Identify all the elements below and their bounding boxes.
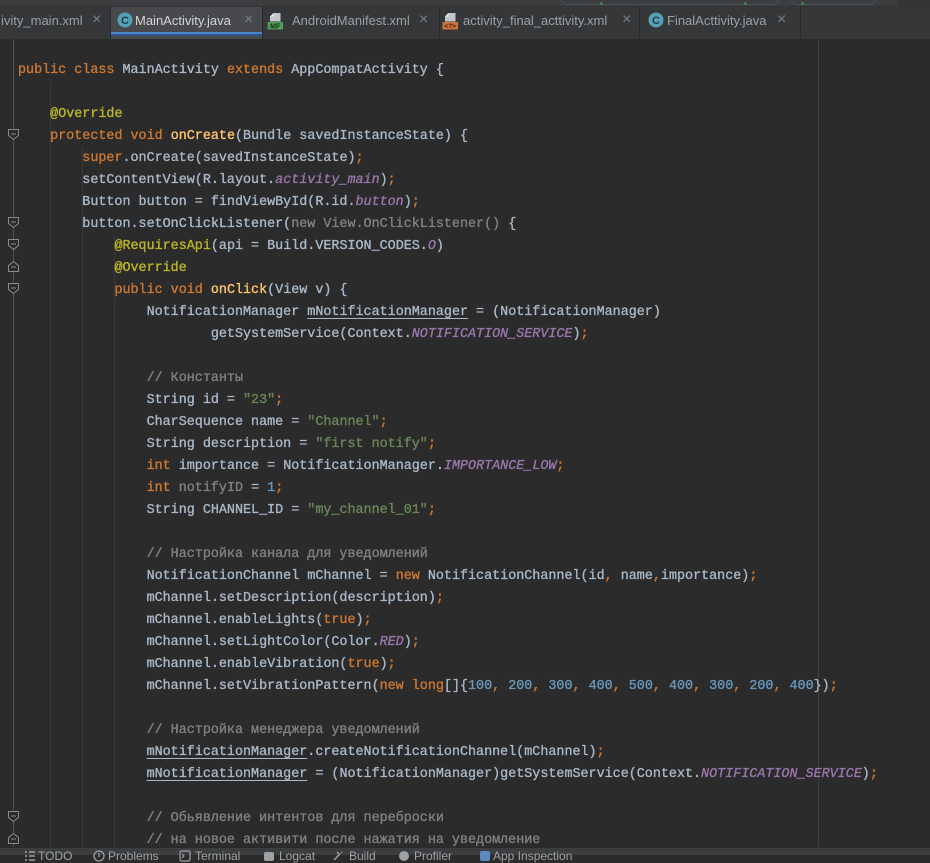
svg-text:C: C [121, 15, 129, 27]
svg-text:MF: MF [270, 23, 281, 30]
svg-text:<?>: <?> [444, 23, 456, 30]
svg-text:C: C [652, 15, 660, 27]
